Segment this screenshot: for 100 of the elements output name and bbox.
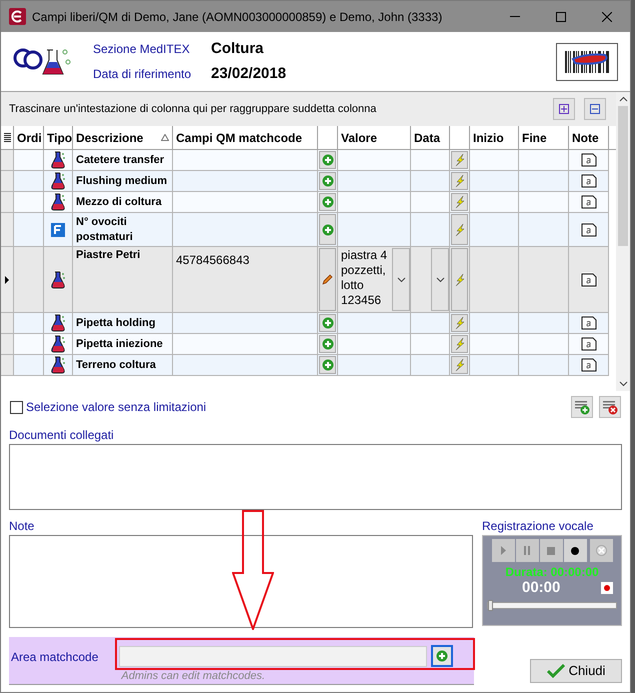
column-header[interactable]: Inizio <box>470 126 519 149</box>
pause-icon <box>524 546 530 555</box>
play-button[interactable] <box>492 539 514 562</box>
scroll-thumb[interactable] <box>618 106 628 246</box>
row-indicator-icon <box>5 276 9 284</box>
add-icon <box>322 338 334 350</box>
note-icon[interactable] <box>580 222 596 236</box>
position-slider[interactable] <box>487 602 617 609</box>
add-value-button[interactable] <box>319 314 336 332</box>
quick-action-button[interactable] <box>451 314 468 332</box>
collapse-all-button[interactable] <box>584 98 606 120</box>
add-value-button[interactable] <box>319 335 336 353</box>
table-cell <box>411 355 450 376</box>
column-header[interactable]: Data <box>411 126 450 149</box>
scrollbar[interactable] <box>616 92 630 391</box>
table-cell <box>519 355 569 376</box>
note-icon[interactable] <box>580 316 596 330</box>
quick-action-button[interactable] <box>451 214 468 245</box>
table-row[interactable]: Pipetta holding <box>1 313 616 334</box>
maximize-icon <box>556 12 566 22</box>
table-row[interactable]: Mezzo di coltura <box>1 192 616 213</box>
add-row-button[interactable] <box>571 396 593 418</box>
flask-icon <box>50 270 66 288</box>
description-cell: Pipetta iniezione <box>73 334 173 355</box>
matchcode-cell: 45784566843 <box>176 253 250 267</box>
edit-value-button[interactable] <box>319 248 336 311</box>
table-row[interactable]: Pipetta iniezione <box>1 334 616 355</box>
column-header[interactable]: Valore <box>338 126 411 149</box>
table-cell <box>519 213 569 247</box>
record-button[interactable] <box>564 539 586 562</box>
checkbox[interactable] <box>10 400 23 414</box>
lightning-icon <box>454 338 464 350</box>
add-matchcode-button[interactable] <box>431 645 454 667</box>
table-row[interactable]: N° ovociti postmaturi <box>1 213 616 247</box>
pause-button[interactable] <box>516 539 538 562</box>
table-cell <box>470 192 519 213</box>
delete-icon <box>596 545 606 556</box>
table-cell <box>470 334 519 355</box>
table-cell <box>14 192 44 213</box>
description-cell: Piastre Petri <box>73 247 173 313</box>
expand-all-button[interactable] <box>553 98 576 120</box>
description-cell: Catetere transfer <box>73 150 173 171</box>
table-cell <box>14 171 44 192</box>
table-row[interactable]: Flushing medium <box>1 171 616 192</box>
table-row[interactable]: Catetere transfer <box>1 150 616 171</box>
notes-field[interactable] <box>9 535 473 628</box>
quick-action-button[interactable] <box>451 356 468 374</box>
note-icon[interactable] <box>580 337 596 351</box>
column-header[interactable]: Ordi <box>14 126 44 149</box>
quick-action-button[interactable] <box>451 172 468 190</box>
add-value-button[interactable] <box>319 214 336 245</box>
flask-icon <box>50 151 66 169</box>
lightning-icon <box>454 224 464 236</box>
column-header[interactable]: Note <box>569 126 609 149</box>
lightning-icon <box>454 175 464 187</box>
column-chooser-icon[interactable] <box>4 133 10 142</box>
add-icon <box>322 317 334 329</box>
add-icon <box>322 175 334 187</box>
description-cell: Flushing medium <box>73 171 173 192</box>
documents-field[interactable] <box>9 444 622 510</box>
note-icon[interactable] <box>580 358 596 372</box>
plus-icon <box>436 650 448 662</box>
record-icon <box>571 546 579 554</box>
formula-icon <box>51 222 65 236</box>
scroll-down-icon <box>618 381 628 387</box>
table-cell <box>470 313 519 334</box>
column-header[interactable]: Campi QM matchcode <box>173 126 318 149</box>
remove-row-button[interactable] <box>599 396 621 418</box>
column-header[interactable]: Fine <box>519 126 569 149</box>
column-header[interactable]: Tipo <box>44 126 73 149</box>
section-value: Coltura <box>211 38 264 58</box>
quick-action-button[interactable] <box>451 335 468 353</box>
note-icon[interactable] <box>580 272 596 286</box>
add-value-button[interactable] <box>319 356 336 374</box>
table-cell <box>411 171 450 192</box>
table-row[interactable]: Piastre Petri 45784566843 piastra 4 pozzetti, lotto 123456 <box>1 247 616 313</box>
add-value-button[interactable] <box>319 172 336 190</box>
barcode-scanner-button[interactable] <box>556 42 618 80</box>
note-icon[interactable] <box>580 153 596 167</box>
note-icon[interactable] <box>580 195 596 209</box>
table-row[interactable]: Terreno coltura <box>1 355 616 376</box>
duration-text: Durata: 00:00:00 <box>505 565 599 579</box>
flask-icon <box>50 172 66 190</box>
note-icon[interactable] <box>580 174 596 188</box>
table-cell <box>519 171 569 192</box>
table-cell <box>519 313 569 334</box>
add-icon <box>322 196 334 208</box>
flask-icon <box>50 356 66 374</box>
add-value-button[interactable] <box>319 151 336 169</box>
slider-thumb[interactable] <box>488 600 493 611</box>
quick-action-button[interactable] <box>451 151 468 169</box>
column-header[interactable]: Descrizione <box>73 126 173 149</box>
quick-action-button[interactable] <box>451 193 468 211</box>
checkbox-label[interactable]: Selezione valore senza limitazioni <box>26 398 206 416</box>
close-dialog-button[interactable]: Chiudi <box>530 659 622 683</box>
add-value-button[interactable] <box>319 193 336 211</box>
record-indicator-icon <box>601 582 613 594</box>
matchcode-field[interactable] <box>119 646 428 666</box>
description-cell: Terreno coltura <box>73 355 173 376</box>
stop-icon <box>547 546 555 554</box>
